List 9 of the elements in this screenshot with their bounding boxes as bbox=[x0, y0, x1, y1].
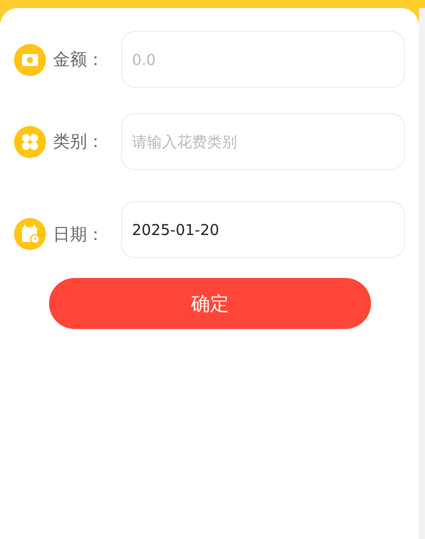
field-label: 类别： bbox=[53, 131, 104, 153]
calendar-icon bbox=[14, 218, 46, 250]
date-field[interactable]: 2025-01-20 bbox=[121, 201, 405, 258]
grid-icon bbox=[14, 126, 46, 158]
banknote-icon bbox=[14, 44, 46, 76]
amount-field[interactable]: 0.0 bbox=[121, 31, 405, 88]
field-label: 日期： bbox=[53, 224, 104, 246]
category-field[interactable]: 请输入花费类别 bbox=[121, 113, 405, 170]
field-label: 金额： bbox=[53, 49, 104, 71]
